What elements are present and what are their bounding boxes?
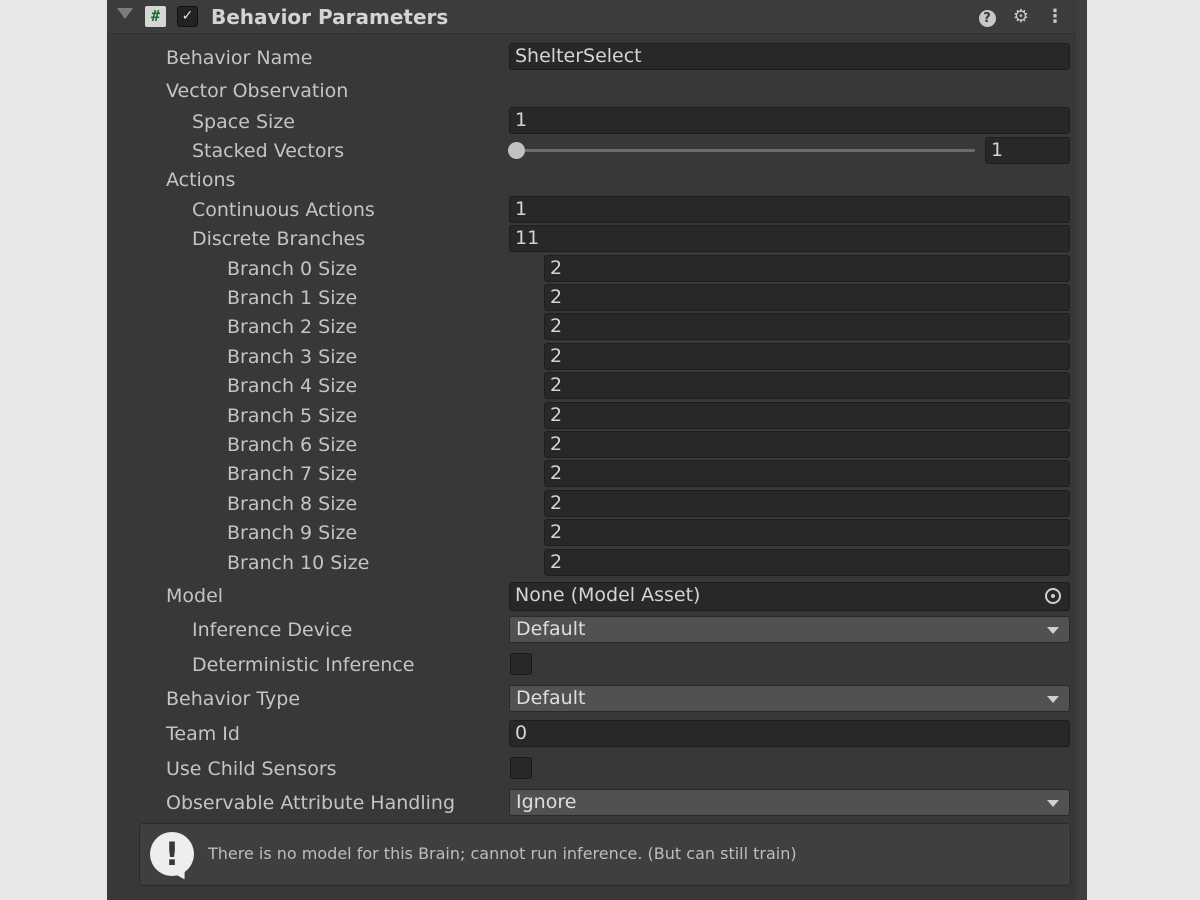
warning-help-box: ! There is no model for this Brain; cann… (139, 823, 1071, 886)
context-menu-icon[interactable]: ⋮ (1045, 6, 1065, 27)
branch-size-input[interactable]: 2 (544, 519, 1070, 546)
component-enabled-checkbox[interactable]: ✓ (177, 6, 198, 27)
deterministic-inference-checkbox[interactable] (510, 653, 532, 675)
deterministic-inference-label: Deterministic Inference (192, 654, 415, 676)
branch-size-input[interactable]: 2 (544, 255, 1070, 282)
inference-device-dropdown[interactable]: Default (509, 616, 1070, 643)
script-icon: # (145, 6, 166, 27)
branch-size-label: Branch 3 Size (227, 346, 358, 368)
branch-size-input[interactable]: 2 (544, 402, 1070, 429)
model-object-value: None (Model Asset) (515, 584, 701, 606)
warning-message: There is no model for this Brain; cannot… (208, 844, 797, 863)
dropdown-arrow-icon (1047, 696, 1059, 703)
branch-size-input[interactable]: 2 (544, 284, 1070, 311)
inspector-scrollbar[interactable] (1076, 0, 1087, 900)
space-size-input[interactable]: 1 (509, 107, 1070, 134)
model-object-field[interactable]: None (Model Asset) (509, 582, 1070, 611)
warning-icon: ! (150, 832, 194, 876)
continuous-actions-input[interactable]: 1 (509, 196, 1070, 223)
presets-icon[interactable]: ⚙ (1010, 6, 1032, 27)
use-child-sensors-checkbox[interactable] (510, 757, 532, 779)
branch-size-label: Branch 0 Size (227, 258, 358, 280)
branch-size-label: Branch 4 Size (227, 375, 358, 397)
team-id-label: Team Id (166, 723, 240, 745)
branch-size-label: Branch 10 Size (227, 552, 370, 574)
branch-size-label: Branch 2 Size (227, 316, 358, 338)
use-child-sensors-label: Use Child Sensors (166, 758, 337, 780)
vector-observation-label: Vector Observation (166, 80, 349, 102)
branch-size-label: Branch 1 Size (227, 287, 358, 309)
dropdown-arrow-icon (1047, 627, 1059, 634)
stacked-vectors-label: Stacked Vectors (192, 140, 345, 162)
branch-size-input[interactable]: 2 (544, 343, 1070, 370)
branch-size-input[interactable]: 2 (544, 549, 1070, 576)
behavior-name-input[interactable]: ShelterSelect (509, 43, 1070, 70)
branch-size-label: Branch 5 Size (227, 405, 358, 427)
behavior-type-value: Default (516, 687, 586, 709)
model-label: Model (166, 585, 224, 607)
behavior-type-dropdown[interactable]: Default (509, 685, 1070, 712)
branch-size-input[interactable]: 2 (544, 372, 1070, 399)
branch-size-input[interactable]: 2 (544, 313, 1070, 340)
branch-size-label: Branch 7 Size (227, 463, 358, 485)
observable-attribute-handling-label: Observable Attribute Handling (166, 792, 455, 814)
branch-size-input[interactable]: 2 (544, 431, 1070, 458)
space-size-label: Space Size (192, 111, 295, 133)
continuous-actions-label: Continuous Actions (192, 199, 375, 221)
observable-attribute-handling-dropdown[interactable]: Ignore (509, 789, 1070, 816)
branch-size-input[interactable]: 2 (544, 460, 1070, 487)
foldout-arrow-icon[interactable] (117, 8, 133, 19)
behavior-type-label: Behavior Type (166, 688, 301, 710)
behavior-name-label: Behavior Name (166, 47, 313, 69)
branch-size-input[interactable]: 2 (544, 490, 1070, 517)
inference-device-value: Default (516, 618, 586, 640)
team-id-input[interactable]: 0 (509, 720, 1070, 747)
inference-device-label: Inference Device (192, 619, 353, 641)
branch-size-label: Branch 9 Size (227, 522, 358, 544)
component-title: Behavior Parameters (211, 5, 449, 29)
branch-size-label: Branch 8 Size (227, 493, 358, 515)
actions-label: Actions (166, 169, 236, 191)
object-picker-icon[interactable] (1045, 588, 1061, 604)
observable-attribute-handling-value: Ignore (516, 791, 577, 813)
branch-size-label: Branch 6 Size (227, 434, 358, 456)
help-icon-glyph: ? (978, 10, 996, 27)
discrete-branches-label: Discrete Branches (192, 228, 366, 250)
dropdown-arrow-icon (1047, 800, 1059, 807)
discrete-branches-input[interactable]: 11 (509, 225, 1070, 252)
stacked-vectors-input[interactable]: 1 (985, 137, 1070, 164)
help-icon[interactable]: ? (977, 6, 997, 27)
stacked-vectors-slider-track[interactable] (512, 149, 975, 152)
stacked-vectors-slider-thumb[interactable] (508, 142, 525, 159)
